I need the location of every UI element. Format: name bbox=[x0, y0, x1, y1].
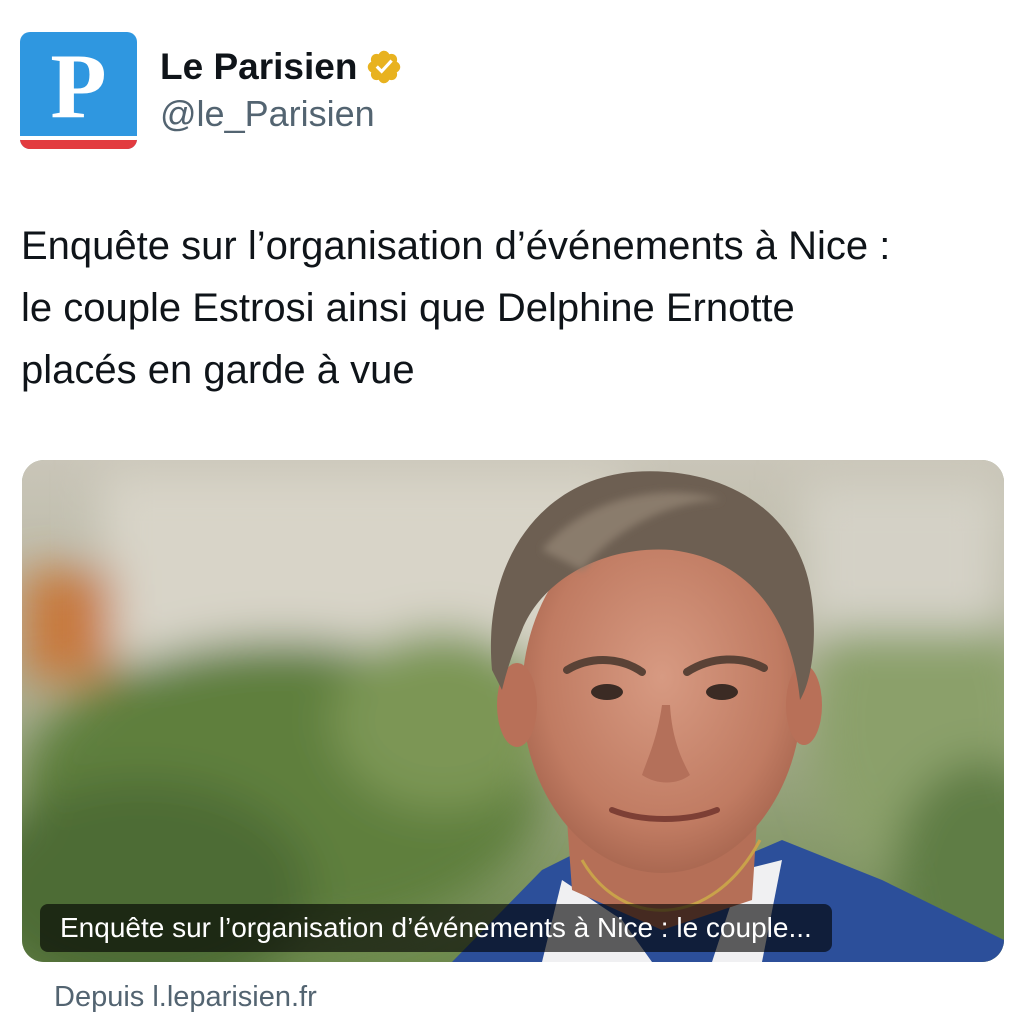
tweet-header: P Le Parisien @le_Parisien bbox=[20, 32, 403, 149]
link-card[interactable]: Enquête sur l’organisation d’événements … bbox=[22, 460, 1004, 962]
avatar-stripe bbox=[20, 140, 137, 149]
avatar[interactable]: P bbox=[20, 32, 137, 149]
card-source-link[interactable]: Depuis l.leparisien.fr bbox=[54, 975, 317, 1019]
card-caption: Enquête sur l’organisation d’événements … bbox=[40, 904, 832, 952]
tweet-text-line: Enquête sur l’organisation d’événements … bbox=[21, 224, 891, 268]
tweet-text-line: le couple Estrosi ainsi que Delphine Ern… bbox=[21, 286, 795, 330]
account-handle[interactable]: @le_Parisien bbox=[160, 92, 403, 136]
tweet-page: P Le Parisien @le_Parisien Enquête sur l… bbox=[0, 0, 1024, 1024]
display-name-row: Le Parisien bbox=[160, 44, 403, 90]
verified-badge-icon bbox=[368, 50, 401, 84]
display-name[interactable]: Le Parisien bbox=[160, 44, 357, 90]
tweet-text-line: placés en garde à vue bbox=[21, 348, 415, 392]
tweet-text: Enquête sur l’organisation d’événements … bbox=[21, 215, 1011, 401]
card-photo bbox=[22, 460, 1004, 962]
account-names: Le Parisien @le_Parisien bbox=[160, 44, 403, 136]
avatar-letter: P bbox=[50, 35, 107, 137]
